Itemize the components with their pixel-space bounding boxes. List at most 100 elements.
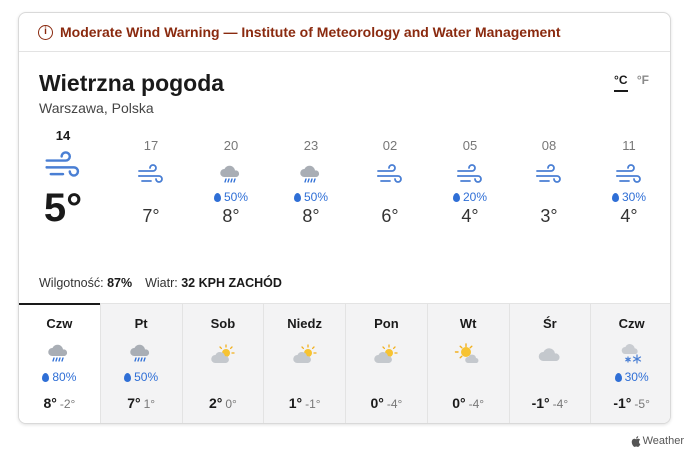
- info-circle-icon: i: [38, 24, 53, 40]
- hour-temperature: 7°: [142, 206, 160, 226]
- precip-chance: 30%: [599, 190, 659, 205]
- raindrop-icon: [213, 193, 221, 202]
- daily-item[interactable]: Niedz 1° -1°: [263, 304, 345, 423]
- precip-chance: [346, 370, 427, 386]
- rain-icon: [281, 160, 341, 190]
- celsius-toggle[interactable]: °C: [614, 73, 628, 92]
- precip-chance: 80%: [19, 370, 100, 386]
- snow-icon: [591, 339, 670, 369]
- wind-icon: [440, 160, 500, 190]
- day-temperatures: 0° -4°: [346, 395, 427, 411]
- raindrop-icon: [293, 193, 301, 202]
- precip-chance: [519, 190, 579, 205]
- attribution-label: Weather: [642, 435, 684, 447]
- precip-value: 50%: [223, 190, 249, 204]
- precip-chance: [121, 190, 181, 205]
- precip-value: 50%: [303, 190, 329, 204]
- hour-temperature: 8°: [222, 206, 240, 226]
- hour-temperature: 3°: [540, 206, 558, 226]
- high-temperature: 0°: [452, 395, 466, 411]
- rain-icon: [101, 339, 182, 369]
- hour-time: 23: [303, 138, 319, 153]
- day-name: Czw: [46, 316, 73, 331]
- humidity-value: 87%: [107, 276, 133, 290]
- high-temperature: 1°: [288, 395, 303, 411]
- high-temperature: 8°: [43, 395, 57, 411]
- day-temperatures: -1° -5°: [591, 395, 670, 411]
- daily-item[interactable]: Czw 80% 8° -2°: [19, 303, 100, 423]
- hourly-forecast: 14 5° 17 7° 20 50% 8° 23 50% 8° 02 6° 05…: [19, 124, 670, 272]
- hourly-item: 14 5°: [33, 124, 93, 231]
- precip-chance: [360, 190, 420, 205]
- hour-time: 14: [55, 128, 71, 143]
- day-name: Niedz: [287, 316, 322, 331]
- high-temperature: 2°: [208, 395, 223, 411]
- hour-time: 05: [462, 138, 478, 153]
- wind-icon: [599, 160, 659, 190]
- raindrop-icon: [614, 373, 622, 382]
- hourly-item: 05 20% 4°: [440, 124, 500, 227]
- hour-temperature: 4°: [620, 206, 638, 226]
- daily-item[interactable]: Śr -1° -4°: [508, 304, 591, 423]
- alert-text[interactable]: Moderate Wind Warning — Institute of Met…: [60, 24, 561, 40]
- fahrenheit-toggle[interactable]: °F: [637, 73, 649, 87]
- weather-widget: i Moderate Wind Warning — Institute of M…: [18, 12, 671, 424]
- partly-cloudy-icon: [346, 339, 427, 369]
- precip-value: 80%: [52, 370, 77, 384]
- day-temperatures: 7° 1°: [101, 395, 182, 411]
- precip-chance: 30%: [591, 370, 670, 386]
- precip-chance: 50%: [281, 190, 341, 205]
- wind-icon: [519, 160, 579, 190]
- day-temperatures: 0° -4°: [428, 395, 509, 411]
- daily-item[interactable]: Pt 50% 7° 1°: [99, 304, 182, 423]
- daily-item[interactable]: Wt 0° -4°: [426, 304, 509, 423]
- hour-temperature: 6°: [381, 206, 399, 226]
- daily-item[interactable]: Czw 30% -1° -5°: [590, 304, 670, 423]
- day-temperatures: 8° -2°: [19, 395, 100, 411]
- low-temperature: 1°: [143, 397, 156, 411]
- precip-value: 30%: [621, 190, 647, 204]
- precip-chance: [183, 370, 264, 386]
- wind-value: 32 KPH ZACHÓD: [181, 276, 282, 290]
- partly-cloudy-icon: [264, 339, 345, 369]
- hour-time: 02: [382, 138, 398, 153]
- rain-icon: [19, 339, 100, 369]
- mostly-sunny-icon: [428, 339, 509, 369]
- low-temperature: 0°: [225, 397, 237, 411]
- weather-header: Wietrzna pogoda Warszawa, Polska °C °F: [19, 52, 670, 124]
- precip-value: 20%: [462, 190, 488, 204]
- weather-alert-banner[interactable]: i Moderate Wind Warning — Institute of M…: [19, 13, 670, 52]
- hourly-item: 17 7°: [121, 124, 181, 227]
- unit-toggle: °C °F: [614, 73, 649, 92]
- hourly-item: 08 3°: [519, 124, 579, 227]
- precip-chance: 50%: [101, 370, 182, 386]
- attribution[interactable]: Weather: [631, 435, 684, 447]
- hour-temperature: 5°: [43, 186, 83, 230]
- high-temperature: 7°: [127, 395, 141, 411]
- day-temperatures: 2° 0°: [183, 395, 264, 411]
- day-name: Śr: [543, 316, 557, 331]
- day-name: Pon: [374, 316, 399, 331]
- high-temperature: 0°: [370, 395, 384, 411]
- partly-cloudy-icon: [183, 339, 264, 369]
- precip-value: 50%: [134, 370, 159, 384]
- hour-time: 08: [541, 138, 557, 153]
- day-name: Czw: [618, 316, 645, 331]
- hour-temperature: 8°: [302, 206, 320, 226]
- raindrop-icon: [124, 373, 132, 382]
- low-temperature: -5°: [634, 397, 650, 411]
- day-name: Sob: [210, 316, 236, 331]
- wind-icon: [360, 160, 420, 190]
- high-temperature: -1°: [531, 395, 550, 411]
- day-name: Wt: [459, 316, 477, 331]
- daily-item[interactable]: Sob 2° 0°: [181, 304, 264, 423]
- precip-value: 30%: [624, 370, 649, 384]
- daily-item[interactable]: Pon 0° -4°: [345, 304, 427, 423]
- wind-label: Wiatr:: [145, 276, 178, 290]
- cloudy-icon: [510, 339, 591, 369]
- day-temperatures: 1° -1°: [264, 395, 345, 411]
- raindrop-icon: [611, 193, 619, 202]
- wind-icon: [33, 148, 93, 184]
- hourly-item: 11 30% 4°: [599, 124, 659, 227]
- precip-chance: [428, 370, 509, 386]
